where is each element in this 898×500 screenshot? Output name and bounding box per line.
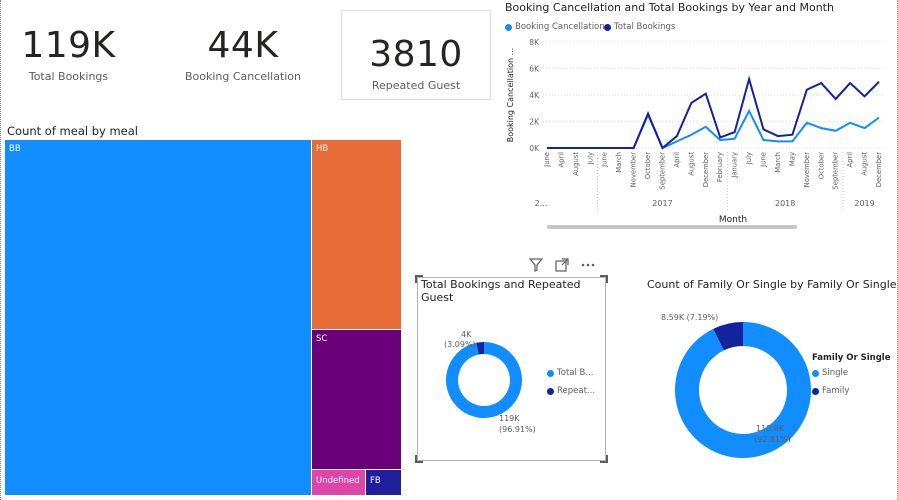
- donut2-small-label: 8.59K (7.19%): [661, 313, 719, 322]
- treemap-tile-label: FB: [370, 476, 381, 486]
- x-tick-label: June: [760, 152, 768, 168]
- year-label: 2...: [535, 199, 548, 208]
- treemap-tile-label: SC: [316, 334, 328, 344]
- x-tick-label: November: [630, 152, 638, 188]
- resize-handle[interactable]: [600, 455, 608, 463]
- legend-dot-icon: [547, 369, 554, 377]
- y-axis-title: Booking Cancellation ...: [506, 48, 515, 143]
- legend-dot-icon: [812, 369, 819, 377]
- donut1-title: Total Bookings and Repeated Guest: [421, 278, 580, 304]
- x-tick-label: June: [543, 152, 551, 168]
- donut2-legend-title: Family Or Single: [812, 353, 891, 363]
- x-tick-label: December: [702, 152, 710, 187]
- donut1-big-pct: (96.91%): [499, 425, 536, 434]
- x-tick-label: August: [861, 152, 869, 176]
- resize-handle[interactable]: [600, 275, 608, 283]
- donut1-legend-item[interactable]: Total B...: [547, 368, 594, 378]
- year-label: 2018: [775, 199, 795, 208]
- horizontal-scrollbar: [547, 225, 797, 229]
- treemap-tile-sc[interactable]: SC: [312, 330, 402, 470]
- total-bookings-card[interactable]: 119K Total Bookings: [11, 25, 126, 84]
- booking-cancellation-value: 44K: [207, 25, 279, 66]
- visual-header-icons: [528, 258, 596, 274]
- legend-dot-icon: [812, 387, 819, 395]
- series-line-total-bookings: [547, 75, 880, 150]
- x-tick-label: July: [586, 152, 594, 165]
- x-tick-label: April: [557, 152, 565, 168]
- legend-dot-icon: [547, 387, 554, 395]
- donut2-title: Count of Family Or Single by Family Or S…: [647, 278, 897, 291]
- treemap-tile-bb[interactable]: BB: [5, 140, 312, 496]
- donut2-legend-item[interactable]: Family: [812, 386, 849, 396]
- x-tick-label: April: [673, 152, 681, 168]
- filter-icon[interactable]: [528, 258, 544, 274]
- x-tick-label: March: [774, 152, 782, 173]
- treemap-title: Count of meal by meal: [7, 124, 139, 138]
- y-tick-label: 6K: [529, 65, 540, 74]
- treemap-tile-undefined[interactable]: Undefined: [312, 470, 366, 496]
- x-tick-label: January: [731, 152, 739, 179]
- total-bookings-label: Total Bookings: [28, 70, 109, 83]
- treemap-tile-label: Undefined: [316, 476, 360, 486]
- donut1-legend-item[interactable]: Repeat...: [547, 386, 595, 396]
- repeated-guest-value: 3810: [369, 34, 463, 75]
- y-tick-label: 4K: [529, 91, 540, 100]
- y-tick-label: 0K: [529, 144, 540, 153]
- treemap-tile-hb[interactable]: HB: [312, 140, 402, 330]
- donut1-small-label: 4K: [461, 330, 472, 339]
- treemap-tile-label: BB: [9, 144, 21, 154]
- donut1-small-pct: (3.09%): [444, 340, 476, 349]
- donut2-chart[interactable]: [673, 320, 813, 460]
- treemap-tile-fb[interactable]: FB: [366, 470, 402, 496]
- x-tick-label: June: [601, 152, 609, 168]
- y-tick-label: 2K: [529, 118, 540, 127]
- donut2-big-pct: (92.81%): [754, 435, 791, 444]
- x-tick-label: November: [803, 152, 811, 188]
- meal-treemap[interactable]: BB HB SC Undefined FB: [5, 140, 402, 496]
- year-label: 2019: [854, 199, 874, 208]
- booking-cancellation-label: Booking Cancellation: [184, 70, 301, 83]
- x-tick-label: December: [875, 152, 883, 187]
- x-tick-label: March: [615, 152, 623, 173]
- total-bookings-value: 119K: [21, 25, 116, 66]
- x-axis-title: Month: [719, 215, 747, 225]
- focus-mode-icon[interactable]: [554, 258, 570, 274]
- repeated-guest-label: Repeated Guest: [371, 79, 461, 92]
- x-tick-label: April: [846, 152, 854, 168]
- x-tick-label: September: [832, 152, 840, 190]
- more-options-icon[interactable]: [580, 258, 596, 274]
- treemap-tile-label: HB: [316, 144, 329, 154]
- x-tick-label: July: [745, 152, 753, 165]
- x-tick-label: October: [817, 152, 825, 179]
- legend-label: Total B...: [557, 368, 594, 378]
- x-tick-label: February: [716, 152, 724, 182]
- report-canvas: 119K Total Bookings 44K Booking Cancella…: [0, 0, 898, 500]
- legend-label: Repeat...: [557, 386, 596, 396]
- year-label: 2017: [652, 199, 672, 208]
- repeated-guest-card[interactable]: 3810 Repeated Guest: [341, 10, 491, 100]
- x-tick-label: September: [658, 152, 666, 190]
- donut2-big-label: 110.8K: [756, 424, 785, 433]
- line-chart-plot: 0K 2K 4K 6K 8K Booking Cancellation ... June Ap…: [506, 38, 883, 229]
- x-tick-label: October: [644, 152, 652, 179]
- donut1-big-label: 119K: [499, 414, 520, 423]
- x-tick-label: August: [687, 152, 695, 176]
- legend-label: Single: [822, 368, 849, 378]
- booking-cancellation-card[interactable]: 44K Booking Cancellation: [183, 25, 303, 84]
- y-tick-label: 8K: [529, 38, 540, 47]
- resize-handle[interactable]: [415, 455, 423, 463]
- donut1-title-line1: Total Bookings and Repeated: [421, 278, 581, 291]
- x-tick-label: August: [572, 152, 580, 176]
- x-tick-label: May: [788, 152, 796, 166]
- legend-label: Family: [822, 386, 850, 396]
- donut2-legend-item[interactable]: Single: [812, 368, 848, 378]
- donut1-title-line2: Guest: [421, 291, 454, 304]
- line-chart-visual[interactable]: Booking Cancellation and Total Bookings …: [501, 0, 898, 235]
